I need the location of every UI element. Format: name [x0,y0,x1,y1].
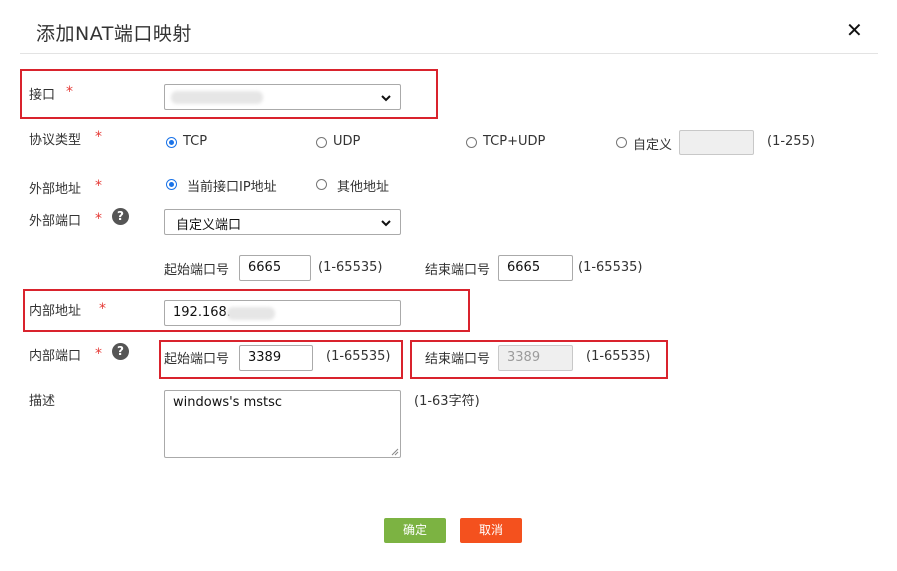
external-port-select[interactable]: 自定义端口 [164,209,401,235]
radio-custom-label: 自定义 [633,138,673,153]
internal-start-port-input[interactable]: 3389 [239,345,313,371]
required-mark: * [99,301,106,317]
external-start-port-input[interactable]: 6665 [239,255,311,281]
description-label: 描述 [29,394,56,409]
external-end-port-label: 结束端口号 [425,263,491,278]
radio-tcp-label: TCP [183,134,208,149]
required-mark: * [66,84,73,100]
resize-grip-icon[interactable] [391,448,399,456]
cancel-button[interactable]: 取消 [460,518,522,543]
redacted-interface-value [171,91,263,104]
required-mark: * [95,211,102,227]
radio-other-address-label: 其他地址 [337,180,390,195]
radio-custom[interactable] [616,137,627,148]
internal-address-input[interactable]: 192.168. [164,300,401,326]
radio-tcp[interactable] [166,137,177,148]
external-port-label: 外部端口 [29,214,82,229]
radio-udp[interactable] [316,137,327,148]
description-hint: (1-63字符) [414,394,480,409]
required-mark: * [95,129,102,145]
radio-tcp-udp[interactable] [466,137,477,148]
external-start-port-label: 起始端口号 [164,263,230,278]
external-start-port-range: (1-65535) [318,260,383,275]
internal-start-port-range: (1-65535) [326,349,391,364]
close-icon[interactable]: ✕ [846,16,863,44]
radio-current-interface-ip[interactable] [166,179,177,190]
radio-current-interface-ip-label: 当前接口IP地址 [187,180,277,195]
chevron-down-icon [381,95,391,102]
redacted-address-value [227,307,275,320]
dialog-title: 添加NAT端口映射 [36,23,192,45]
required-mark: * [95,178,102,194]
external-end-port-range: (1-65535) [578,260,643,275]
header-divider [20,53,878,54]
radio-other-address[interactable] [316,179,327,190]
internal-start-port-label: 起始端口号 [164,352,230,367]
external-end-port-input[interactable]: 6665 [498,255,573,281]
radio-udp-label: UDP [333,134,361,149]
interface-label: 接口 [29,88,56,103]
chevron-down-icon [381,220,391,227]
internal-port-label: 内部端口 [29,349,82,364]
custom-protocol-range: (1-255) [767,134,815,149]
protocol-label: 协议类型 [29,133,82,148]
internal-end-port-range: (1-65535) [586,349,651,364]
custom-protocol-input[interactable] [679,130,754,155]
help-icon[interactable]: ? [112,208,129,225]
internal-address-label: 内部地址 [29,304,82,319]
internal-end-port-label: 结束端口号 [425,352,491,367]
interface-select[interactable] [164,84,401,110]
radio-tcp-udp-label: TCP+UDP [483,134,546,149]
external-address-label: 外部地址 [29,182,82,197]
description-textarea[interactable]: windows's mstsc [164,390,401,458]
help-icon[interactable]: ? [112,343,129,360]
ok-button[interactable]: 确定 [384,518,446,543]
internal-end-port-input[interactable]: 3389 [498,345,573,371]
required-mark: * [95,346,102,362]
